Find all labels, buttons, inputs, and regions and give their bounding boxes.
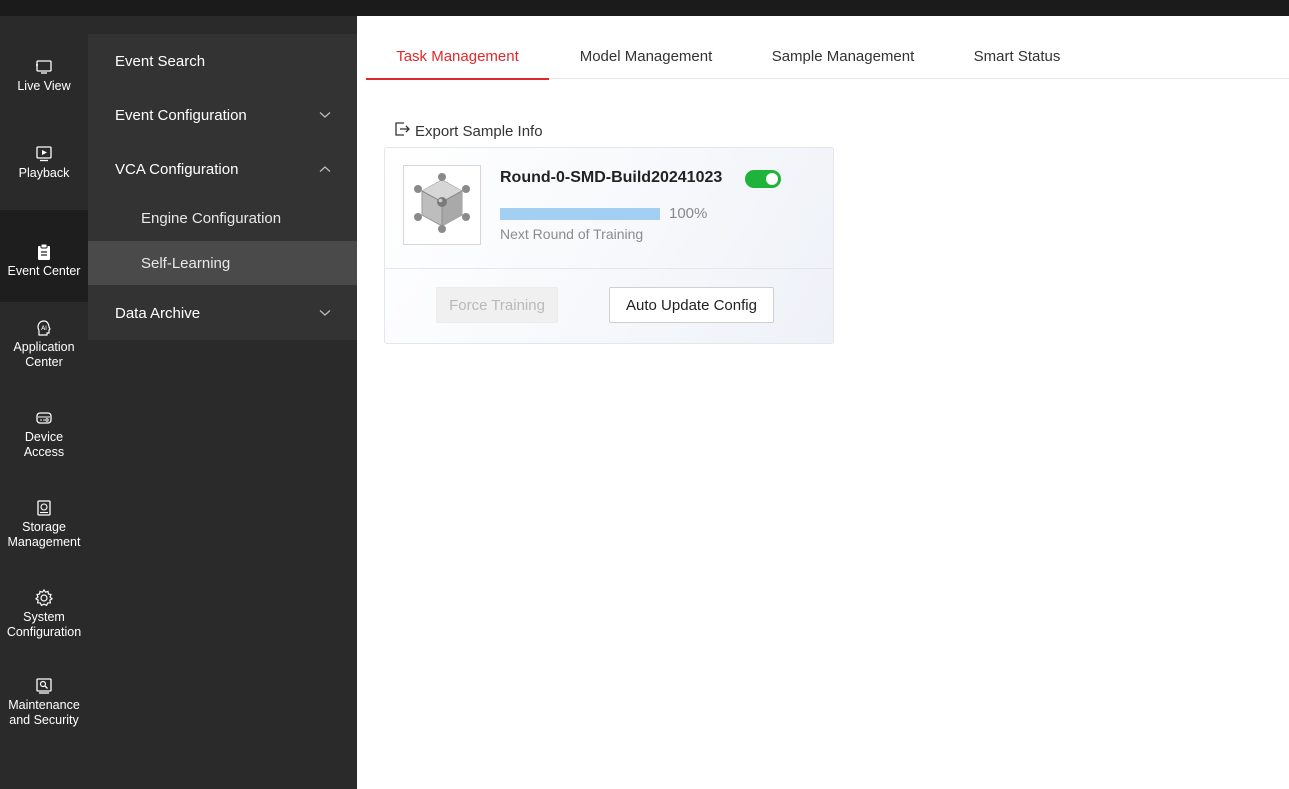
- menu-label: Event Search: [115, 52, 206, 70]
- clipboard-icon: [34, 242, 54, 262]
- nav-playback[interactable]: Playback: [0, 144, 88, 200]
- ai-icon: AI: [34, 318, 54, 338]
- menu-label: Data Archive: [115, 304, 201, 322]
- task-name: Round-0-SMD-Build20241023: [500, 169, 723, 186]
- export-icon: [393, 120, 415, 142]
- tab-label: Model Management: [579, 48, 713, 65]
- top-bar: [0, 0, 1289, 16]
- nav-maintenance-security[interactable]: Maintenance and Security: [0, 676, 88, 736]
- nav-event-center[interactable]: Event Center: [0, 210, 88, 302]
- maintenance-icon: [34, 676, 54, 696]
- tab-task-management[interactable]: Task Management: [366, 34, 549, 80]
- nav-label: Maintenance and Security: [8, 698, 80, 727]
- menu-label: Self-Learning: [141, 254, 231, 272]
- menu-vca-configuration[interactable]: VCA Configuration: [88, 147, 357, 191]
- nav-system-configuration[interactable]: System Configuration: [0, 588, 88, 648]
- chevron-down-icon: [319, 93, 331, 137]
- nav-device-access[interactable]: Device Access: [0, 408, 88, 468]
- nav-label: System Configuration: [6, 610, 82, 639]
- menu-data-archive[interactable]: Data Archive: [88, 291, 357, 335]
- submenu-header-space: [88, 16, 357, 34]
- tab-label: Task Management: [396, 48, 519, 65]
- svg-text:AI: AI: [41, 325, 47, 332]
- chevron-down-icon: [319, 291, 331, 335]
- export-sample-info-button[interactable]: Export Sample Info: [393, 120, 543, 142]
- menu-engine-configuration[interactable]: Engine Configuration: [88, 196, 357, 240]
- storage-icon: [34, 498, 54, 518]
- nav-storage-management[interactable]: Storage Management: [0, 498, 88, 558]
- playback-icon: [34, 144, 54, 164]
- submenu-empty-area: [88, 340, 357, 789]
- nav-label: Live View: [17, 79, 71, 93]
- model-thumbnail: [403, 165, 481, 245]
- auto-update-config-button[interactable]: Auto Update Config: [609, 287, 774, 323]
- force-training-button[interactable]: Force Training: [436, 287, 558, 323]
- tab-label: Smart Status: [973, 48, 1061, 65]
- training-task-card: Round-0-SMD-Build20241023 100% Next Roun…: [384, 147, 834, 344]
- nav-label: Playback: [18, 166, 70, 180]
- toggle-knob: [766, 173, 778, 185]
- nav-label: Event Center: [7, 263, 81, 278]
- tab-bar: Task Management Model Management Sample …: [366, 34, 1289, 80]
- task-enable-toggle[interactable]: [745, 170, 781, 188]
- tab-model-management[interactable]: Model Management: [566, 34, 726, 79]
- task-card-header: Round-0-SMD-Build20241023 100% Next Roun…: [385, 148, 833, 269]
- gear-icon: [34, 588, 54, 608]
- device-icon: [34, 408, 54, 428]
- tab-smart-status[interactable]: Smart Status: [962, 34, 1072, 79]
- menu-label: Event Configuration: [115, 106, 247, 124]
- training-progress-bar: [500, 208, 660, 220]
- menu-event-configuration[interactable]: Event Configuration: [88, 93, 357, 137]
- progress-fill: [500, 208, 660, 220]
- menu-label: Engine Configuration: [141, 209, 282, 227]
- tab-label: Sample Management: [771, 48, 915, 65]
- cube-model-icon: [412, 172, 472, 239]
- nav-label: Device Access: [23, 430, 65, 459]
- nav-application-center[interactable]: AI Application Center: [0, 318, 88, 378]
- nav-label: Application Center: [13, 340, 75, 369]
- nav-label: Storage Management: [7, 520, 81, 549]
- progress-percent: 100%: [669, 205, 708, 222]
- tab-sample-management[interactable]: Sample Management: [758, 34, 928, 79]
- menu-event-search[interactable]: Event Search: [88, 39, 357, 83]
- nav-live-view[interactable]: Live View: [0, 57, 88, 113]
- monitor-icon: [34, 57, 54, 77]
- menu-self-learning[interactable]: Self-Learning: [88, 241, 357, 285]
- export-label: Export Sample Info: [415, 122, 543, 140]
- menu-label: VCA Configuration: [115, 160, 239, 178]
- training-caption: Next Round of Training: [500, 226, 644, 242]
- event-center-submenu: Event Search Event Configuration VCA Con…: [88, 34, 357, 340]
- chevron-up-icon: [319, 147, 331, 191]
- main-navigation-rail: Live View Playback Event Center AI Appli…: [0, 16, 88, 789]
